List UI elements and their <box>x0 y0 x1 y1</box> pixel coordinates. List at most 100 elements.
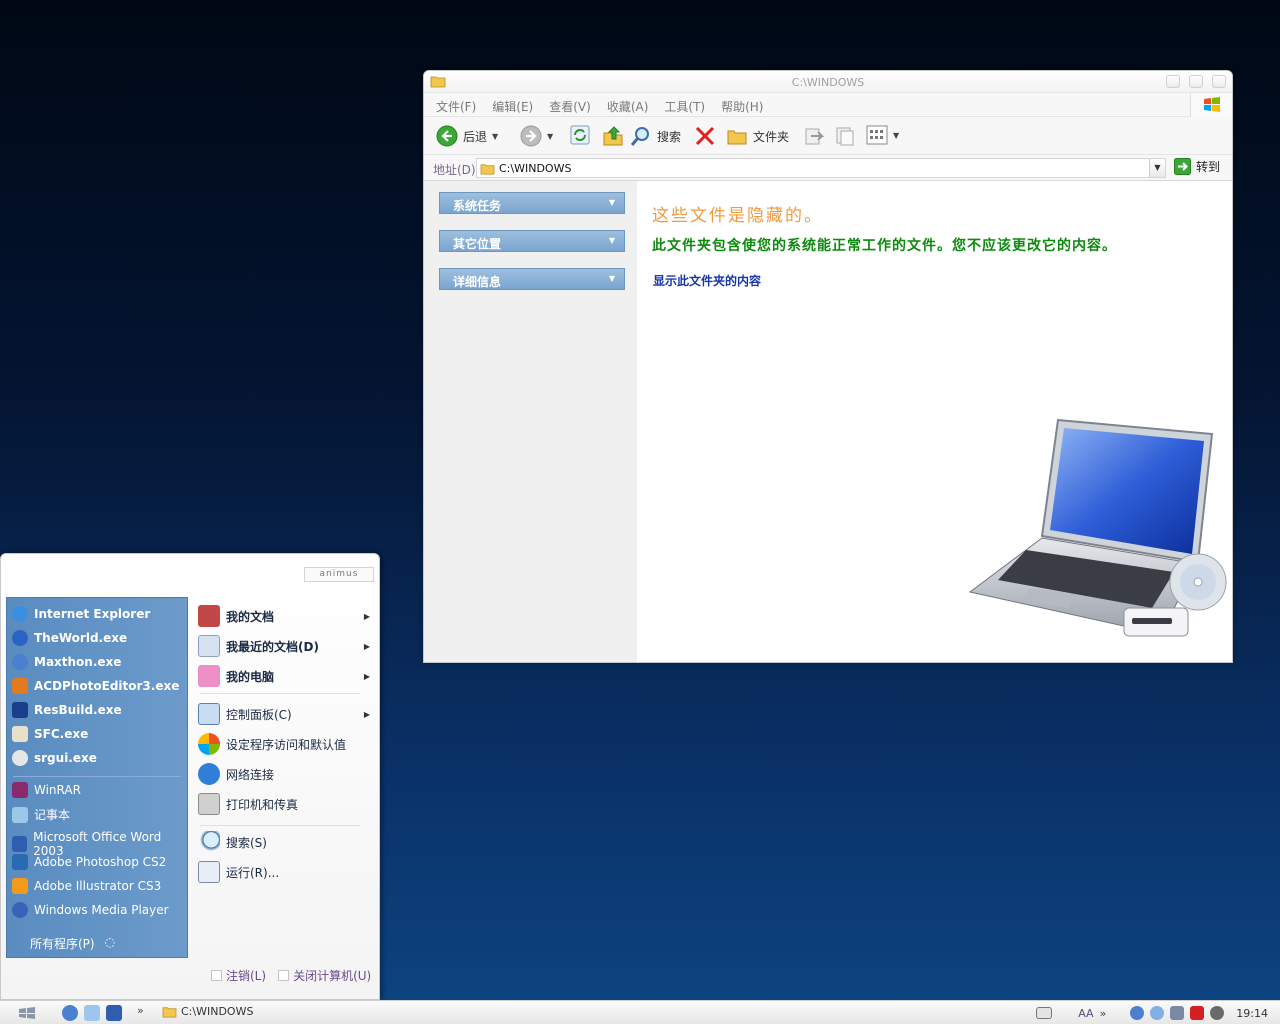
clock[interactable]: 19:14 <box>1236 1007 1268 1020</box>
my-computer-icon <box>198 665 220 687</box>
program-label: ResBuild.exe <box>34 703 122 717</box>
views-button[interactable]: ▼ <box>866 125 899 145</box>
move-to-button[interactable] <box>802 125 824 147</box>
place-label: 我最近的文档(D) <box>226 639 319 654</box>
program-media-player[interactable]: Windows Media Player <box>12 902 169 918</box>
acdphotoeditor-icon <box>12 678 28 694</box>
system-label: 打印机和传真 <box>226 797 299 812</box>
maximize-button[interactable] <box>1189 75 1203 88</box>
delete-button[interactable] <box>694 125 716 147</box>
logoff-label: 注销(L) <box>226 969 267 983</box>
network-icon[interactable] <box>1170 1006 1185 1020</box>
program-acdphotoeditor[interactable]: ACDPhotoEditor3.exe <box>12 678 179 694</box>
volume-icon[interactable] <box>1210 1006 1225 1020</box>
tool-run[interactable]: 运行(R)... <box>198 861 374 883</box>
forward-dropdown-icon[interactable]: ▼ <box>547 132 553 141</box>
task-details[interactable]: 详细信息 ▼ <box>439 268 625 290</box>
menu-favorites[interactable]: 收藏(A) <box>607 98 649 115</box>
program-theworld[interactable]: TheWorld.exe <box>12 630 127 646</box>
window-title: C:\WINDOWS <box>791 76 865 89</box>
shutdown-button[interactable]: 关闭计算机(U) <box>278 967 371 984</box>
tool-search[interactable]: 搜索(S) <box>198 831 374 853</box>
taskbar: » C:\WINDOWS AA » 19:14 <box>0 1000 1280 1024</box>
program-label: 记事本 <box>34 808 71 822</box>
copy-to-button[interactable] <box>834 125 856 147</box>
menu-edit[interactable]: 编辑(E) <box>492 98 533 115</box>
word-icon[interactable] <box>106 1005 122 1021</box>
system-program-access[interactable]: 设定程序访问和默认值 <box>198 733 374 755</box>
tool-label: 搜索(S) <box>226 835 267 850</box>
recent-documents-icon <box>198 635 220 657</box>
place-my-computer[interactable]: 我的电脑 ▶ <box>198 665 374 687</box>
menu-help[interactable]: 帮助(H) <box>721 98 763 115</box>
program-internet-explorer[interactable]: Internet Explorer <box>12 606 150 622</box>
logoff-button[interactable]: 注销(L) <box>211 967 266 984</box>
forward-button[interactable]: ▼ <box>520 125 553 147</box>
system-tray: AA » 19:14 <box>1036 1004 1280 1022</box>
go-button[interactable]: 转到 <box>1174 158 1220 175</box>
all-programs-label: 所有程序(P) <box>30 937 95 951</box>
back-dropdown-icon[interactable]: ▼ <box>492 132 498 141</box>
start-button[interactable] <box>18 1006 36 1020</box>
notepad-icon <box>12 806 28 823</box>
address-field[interactable]: C:\WINDOWS ▼ <box>476 158 1166 178</box>
windows-flag-icon <box>1204 97 1220 112</box>
search-button[interactable]: 搜索 <box>630 125 681 147</box>
minimize-button[interactable] <box>1166 75 1180 88</box>
chevron-right-icon: ▶ <box>363 641 370 651</box>
address-dropdown-icon[interactable]: ▼ <box>1149 159 1165 177</box>
task-other-places[interactable]: 其它位置 ▼ <box>439 230 625 252</box>
address-value: C:\WINDOWS <box>499 162 572 175</box>
folders-button[interactable]: 文件夹 <box>726 125 789 147</box>
windows-logo <box>1190 93 1232 117</box>
delete-x-icon <box>695 126 715 146</box>
word-icon <box>12 836 28 852</box>
show-contents-link[interactable]: 显示此文件夹的内容 <box>653 272 761 289</box>
all-programs-button[interactable]: 所有程序(P) ◌ <box>30 935 115 952</box>
maxthon-icon[interactable] <box>62 1005 78 1021</box>
quick-launch-chevron[interactable]: » <box>137 1004 144 1017</box>
place-recent-documents[interactable]: 我最近的文档(D) ▶ <box>198 635 374 657</box>
laptop-illustration <box>968 418 1227 637</box>
menu-view[interactable]: 查看(V) <box>549 98 591 115</box>
close-button[interactable] <box>1212 75 1226 88</box>
toolbar: 后退 ▼ ▼ 搜索 文件夹 ▼ <box>424 117 1232 155</box>
program-maxthon[interactable]: Maxthon.exe <box>12 654 121 670</box>
taskbar-item-explorer[interactable]: C:\WINDOWS <box>162 1005 253 1018</box>
place-my-documents[interactable]: 我的文档 ▶ <box>198 605 374 627</box>
program-sfc[interactable]: SFC.exe <box>12 726 88 742</box>
session-bar: 注销(L) 关闭计算机(U) <box>211 967 371 984</box>
program-label: TheWorld.exe <box>34 631 128 645</box>
up-folder-button[interactable] <box>602 125 624 147</box>
chevron-right-icon: ▶ <box>363 671 370 681</box>
menu-tools[interactable]: 工具(T) <box>664 98 705 115</box>
chat-icon[interactable] <box>1150 1006 1165 1020</box>
tray-chevron[interactable]: » <box>1100 1007 1107 1020</box>
system-network[interactable]: 网络连接 <box>198 763 374 785</box>
logoff-icon <box>211 970 222 981</box>
refresh-button[interactable] <box>570 125 590 145</box>
views-dropdown-icon[interactable]: ▼ <box>893 131 899 140</box>
antivirus-icon[interactable] <box>1190 1006 1205 1020</box>
back-button[interactable]: 后退 ▼ <box>436 125 498 147</box>
maxthon-tray-icon[interactable] <box>1130 1006 1145 1020</box>
back-label: 后退 <box>463 129 488 144</box>
program-photoshop[interactable]: Adobe Photoshop CS2 <box>12 854 166 870</box>
divider <box>200 693 360 694</box>
system-printers[interactable]: 打印机和传真 <box>198 793 374 815</box>
menu-file[interactable]: 文件(F) <box>436 98 476 115</box>
program-resbuild[interactable]: ResBuild.exe <box>12 702 122 718</box>
program-srgui[interactable]: srgui.exe <box>12 750 97 766</box>
system-control-panel[interactable]: 控制面板(C) ▶ <box>198 703 374 725</box>
task-system[interactable]: 系统任务 ▼ <box>439 192 625 214</box>
keyboard-icon[interactable] <box>1036 1007 1053 1019</box>
font-aa-indicator[interactable]: AA <box>1078 1007 1093 1020</box>
program-notepad[interactable]: 记事本 <box>12 806 70 823</box>
program-winrar[interactable]: WinRAR <box>12 782 81 798</box>
chevron-right-icon: ▶ <box>363 611 370 621</box>
notepad-icon[interactable] <box>84 1005 100 1021</box>
program-illustrator[interactable]: Adobe Illustrator CS3 <box>12 878 161 894</box>
program-access-icon <box>198 733 220 755</box>
all-programs-arrow-icon: ◌ <box>104 935 116 949</box>
title-bar[interactable]: C:\WINDOWS <box>424 71 1232 93</box>
